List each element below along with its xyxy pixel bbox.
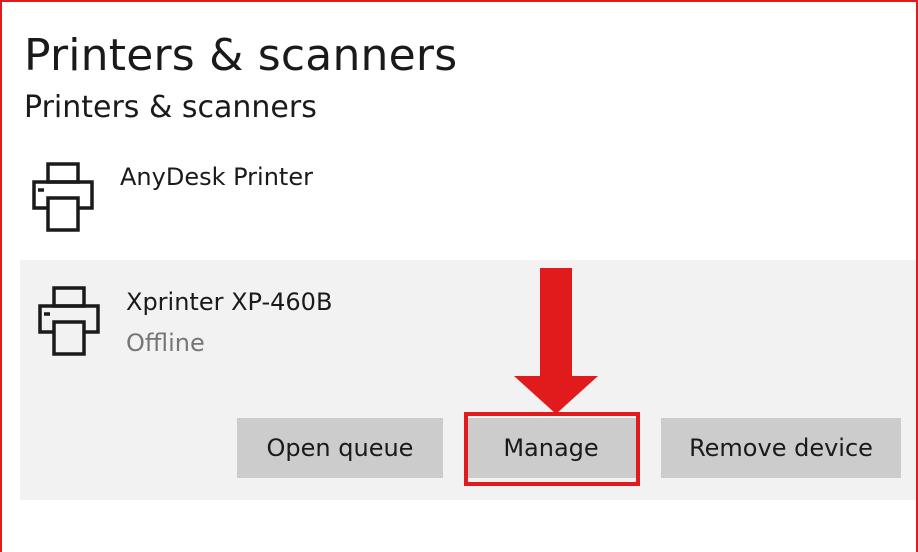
settings-window: Printers & scanners Printers & scanners … (0, 0, 918, 552)
remove-device-button[interactable]: Remove device (661, 418, 901, 478)
printer-icon (38, 286, 100, 356)
open-queue-button[interactable]: Open queue (237, 418, 443, 478)
page-title: Printers & scanners (24, 30, 458, 81)
device-item-anydesk-printer[interactable]: AnyDesk Printer (20, 152, 916, 252)
section-title: Printers & scanners (24, 94, 317, 130)
printer-icon (32, 162, 94, 232)
section-title-text: Printers & scanners (24, 94, 317, 125)
device-name: Xprinter XP-460B (126, 288, 333, 316)
manage-button[interactable]: Manage (466, 418, 636, 478)
device-status: Offline (126, 329, 205, 357)
device-name: AnyDesk Printer (120, 163, 313, 191)
device-item-xprinter-xp-460b[interactable]: Xprinter XP-460B Offline Open queue Mana… (20, 260, 916, 500)
